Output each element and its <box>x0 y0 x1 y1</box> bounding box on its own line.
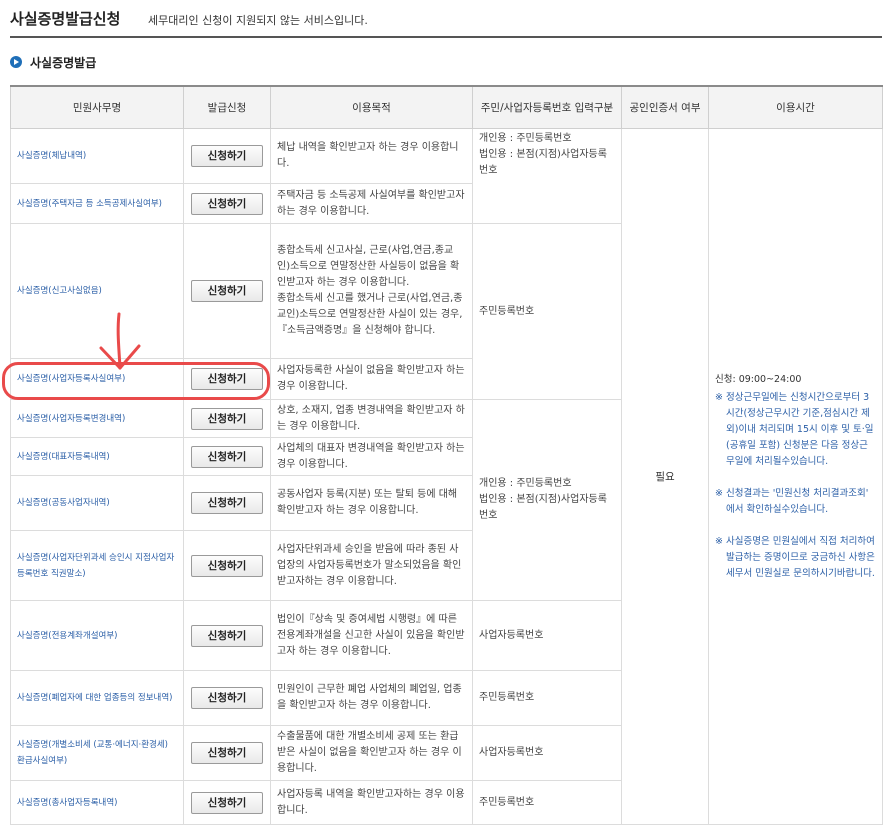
apply-button[interactable]: 신청하기 <box>191 145 263 167</box>
section-title: 사실증명발급 <box>30 56 97 70</box>
purpose-main: 종합소득세 신고사실, 근로(사업,연금,종교인)소득으로 연말정산한 사실등이… <box>277 245 460 288</box>
service-name[interactable]: 사실증명(전용계좌개설여부) <box>10 600 184 671</box>
table-header-row: 민원사무명 발급신청 이용목적 주민/사업자등록번호 입력구분 공인인증서 여부… <box>10 85 883 129</box>
id-type: 개인용 : 주민등록번호 법인용 : 본점(지점)사업자등록번호 <box>472 399 622 601</box>
purpose-text: 법인이『상속 및 증여세법 시행령』에 따른 전용계좌개설을 신고한 사실이 있… <box>270 600 473 671</box>
service-name[interactable]: 사실증명(총사업자등록내역) <box>10 780 184 825</box>
col-header-cert: 공인인증서 여부 <box>621 85 709 129</box>
id-type: 주민등록번호 <box>472 670 622 726</box>
apply-button[interactable]: 신청하기 <box>191 554 263 577</box>
id-type: 개인용 : 주민등록번호 법인용 : 본점(지점)사업자등록번호 <box>472 128 622 224</box>
apply-button[interactable]: 신청하기 <box>191 445 263 468</box>
apply-button[interactable]: 신청하기 <box>191 624 263 647</box>
service-name[interactable]: 사실증명(공동사업자내역) <box>10 475 184 531</box>
purpose-text: 사업체의 대표자 변경내역을 확인받고자 하는 경우 이용합니다. <box>270 437 473 476</box>
service-name[interactable]: 사실증명(사업자등록변경내역) <box>10 399 184 438</box>
hours-time: 신청: 09:00~24:00 <box>715 373 802 385</box>
bullet-arrow-icon <box>10 56 22 68</box>
purpose-text: 수출물품에 대한 개별소비세 공제 또는 환급받은 사실이 없음을 확인받고자 … <box>270 725 473 781</box>
apply-button[interactable]: 신청하기 <box>191 492 263 514</box>
id-type: 사업자등록번호 <box>472 600 622 671</box>
id-type: 주민등록번호 <box>472 223 622 400</box>
service-name[interactable]: 사실증명(사업자단위과세 승인시 지점사업자등록번호 직권말소) <box>10 530 184 601</box>
service-name[interactable]: 사실증명(체납내역) <box>10 128 184 184</box>
col-header-apply: 발급신청 <box>183 85 271 129</box>
certificate-table: 민원사무명 발급신청 이용목적 주민/사업자등록번호 입력구분 공인인증서 여부… <box>10 85 883 825</box>
page-header: 사실증명발급신청 세무대리인 신청이 지원되지 않는 서비스입니다. <box>10 0 882 38</box>
page-title: 사실증명발급신청 <box>10 10 121 28</box>
page-subtitle: 세무대리인 신청이 지원되지 않는 서비스입니다. <box>148 14 368 27</box>
col-header-hours: 이용시간 <box>708 85 883 129</box>
purpose-text: 민원인이 근무한 폐업 사업체의 폐업일, 업종을 확인받고자 하는 경우 이용… <box>270 670 473 726</box>
hours-note-inquiry: ※ 사실증명은 민원실에서 직접 처리하여 발급하는 증명이므로 궁금하신 사항… <box>715 535 875 579</box>
service-name[interactable]: 사실증명(대표자등록내역) <box>10 437 184 476</box>
purpose-text: 사업자단위과세 승인을 받음에 따라 종된 사업장의 사업자등록번호가 말소되었… <box>270 530 473 601</box>
table-row: 사실증명(체납내역) 신청하기 체납 내역을 확인받고자 하는 경우 이용합니다… <box>10 128 883 825</box>
apply-button[interactable]: 신청하기 <box>191 192 263 215</box>
purpose-text: 체납 내역을 확인받고자 하는 경우 이용합니다. <box>270 128 473 184</box>
col-header-id-type: 주민/사업자등록번호 입력구분 <box>472 85 622 129</box>
service-name[interactable]: 사실증명(폐업자에 대한 업종등의 정보내역) <box>10 670 184 726</box>
cert-required: 필요 <box>621 128 709 825</box>
apply-button[interactable]: 신청하기 <box>191 742 263 764</box>
service-name[interactable]: 사실증명(개별소비세 (교통·에너지·환경세) 환급사실여부) <box>10 725 184 781</box>
purpose-text: 공동사업자 등록(지분) 또는 탈퇴 등에 대해 확인받고자 하는 경우 이용합… <box>270 475 473 531</box>
apply-button[interactable]: 신청하기 <box>191 280 263 302</box>
apply-button[interactable]: 신청하기 <box>191 407 263 430</box>
service-name[interactable]: 사실증명(사업자등록사실여부) <box>10 358 184 400</box>
id-type: 주민등록번호 <box>472 780 622 825</box>
service-name[interactable]: 사실증명(신고사실없음) <box>10 223 184 359</box>
hours-note-processing: ※ 정상근무일에는 신청시간으로부터 3시간(정상근무시간 기준,점심시간 제외… <box>715 391 874 467</box>
usage-hours: 신청: 09:00~24:00 ※ 정상근무일에는 신청시간으로부터 3시간(정… <box>708 128 883 825</box>
purpose-text: 주택자금 등 소득공제 사실여부를 확인받고자 하는 경우 이용합니다. <box>270 183 473 224</box>
apply-button[interactable]: 신청하기 <box>191 791 263 814</box>
purpose-text: 상호, 소재지, 업종 변경내역을 확인받고자 하는 경우 이용합니다. <box>270 399 473 438</box>
purpose-text: 종합소득세 신고사실, 근로(사업,연금,종교인)소득으로 연말정산한 사실등이… <box>270 223 473 359</box>
apply-button[interactable]: 신청하기 <box>191 687 263 709</box>
col-header-name: 민원사무명 <box>10 85 184 129</box>
hours-note-result: ※ 신청결과는 '민원신청 처리결과조회' 에서 확인하실수있습니다. <box>715 487 869 515</box>
apply-button[interactable]: 신청하기 <box>191 368 263 390</box>
purpose-text: 사업자등록 내역을 확인받고자하는 경우 이용합니다. <box>270 780 473 825</box>
service-name[interactable]: 사실증명(주택자금 등 소득공제사실여부) <box>10 183 184 224</box>
id-type: 사업자등록번호 <box>472 725 622 781</box>
col-header-purpose: 이용목적 <box>270 85 473 129</box>
purpose-note: 종합소득세 신고를 했거나 근로(사업,연금,종교인)소득으로 연말정산한 사실… <box>277 293 463 336</box>
purpose-text: 사업자등록한 사실이 없음을 확인받고자 하는 경우 이용합니다. <box>270 358 473 400</box>
